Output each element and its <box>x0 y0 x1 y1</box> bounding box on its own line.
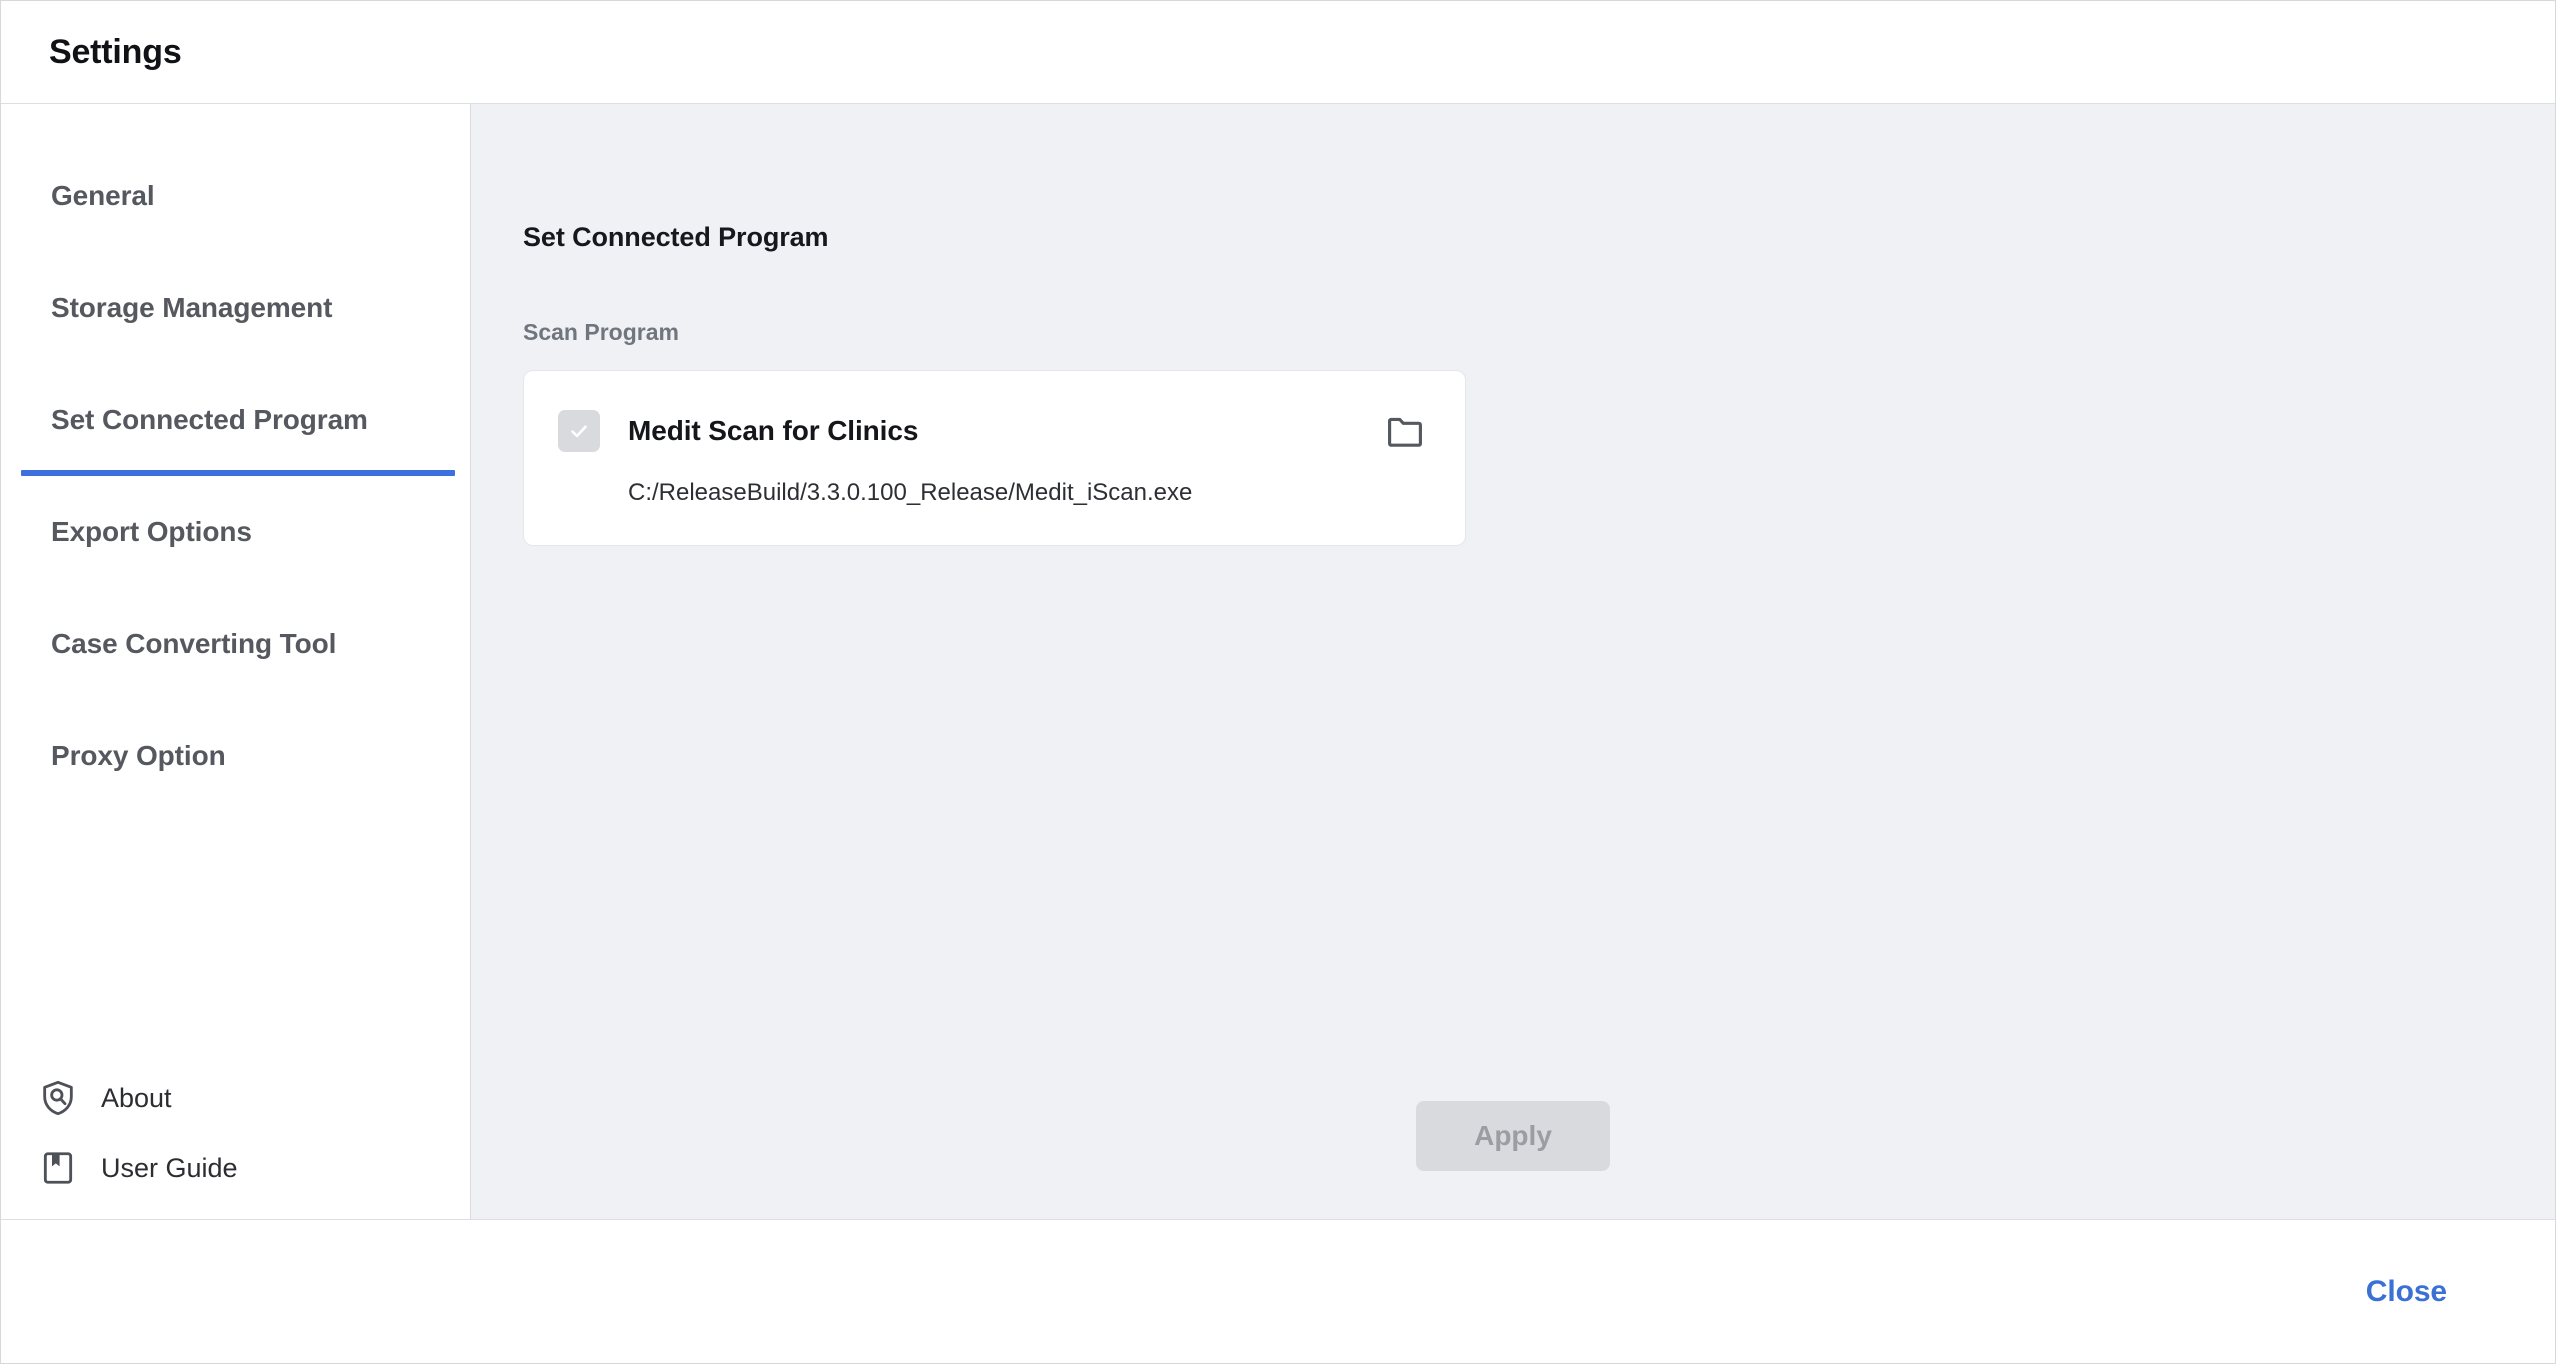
sidebar-item-label: Set Connected Program <box>51 404 368 435</box>
sidebar-item-proxy-option[interactable]: Proxy Option <box>1 700 470 812</box>
sidebar: General Storage Management Set Connected… <box>1 104 471 1219</box>
scan-program-checkbox[interactable] <box>558 410 600 452</box>
page-title: Settings <box>49 32 182 71</box>
title-bar: Settings <box>1 1 2555 104</box>
book-bookmark-icon <box>37 1147 79 1189</box>
sidebar-item-storage-management[interactable]: Storage Management <box>1 252 470 364</box>
sidebar-item-user-guide[interactable]: User Guide <box>37 1147 470 1189</box>
window-body: General Storage Management Set Connected… <box>1 104 2555 1219</box>
sidebar-item-set-connected-program[interactable]: Set Connected Program <box>1 364 470 476</box>
sidebar-item-about[interactable]: About <box>37 1077 470 1119</box>
close-button[interactable]: Close <box>2366 1275 2447 1309</box>
sidebar-item-label: General <box>51 180 155 211</box>
sidebar-footer: About User Guide <box>1 1077 470 1219</box>
sidebar-nav-list: General Storage Management Set Connected… <box>1 140 470 812</box>
sidebar-item-label: Storage Management <box>51 292 333 323</box>
shield-info-icon <box>37 1077 79 1119</box>
settings-window: Settings General Storage Management Set … <box>0 0 2556 1364</box>
scan-program-path: C:/ReleaseBuild/3.3.0.100_Release/Medit_… <box>628 479 1193 506</box>
apply-row: Apply <box>523 1101 2555 1219</box>
sidebar-item-general[interactable]: General <box>1 140 470 252</box>
sidebar-item-label: Case Converting Tool <box>51 628 337 659</box>
apply-button[interactable]: Apply <box>1416 1101 1610 1171</box>
folder-icon[interactable] <box>1381 407 1429 455</box>
sidebar-item-case-converting-tool[interactable]: Case Converting Tool <box>1 588 470 700</box>
sidebar-footer-label: User Guide <box>101 1152 238 1183</box>
scan-program-label: Scan Program <box>523 319 679 345</box>
sidebar-item-label: Export Options <box>51 516 252 547</box>
scan-program-card: Medit Scan for Clinics C:/ReleaseBuild/3… <box>523 370 1466 546</box>
footer-bar: Close <box>1 1219 2555 1363</box>
sidebar-item-label: Proxy Option <box>51 740 226 771</box>
content-inner: Set Connected Program Scan Program Medit… <box>471 104 2555 1219</box>
scan-program-name: Medit Scan for Clinics <box>628 415 919 446</box>
content-panel: Set Connected Program Scan Program Medit… <box>471 104 2555 1219</box>
sidebar-item-export-options[interactable]: Export Options <box>1 476 470 588</box>
section-title: Set Connected Program <box>523 222 829 252</box>
scan-program-row: Medit Scan for Clinics <box>558 407 1429 455</box>
sidebar-footer-label: About <box>101 1082 172 1113</box>
